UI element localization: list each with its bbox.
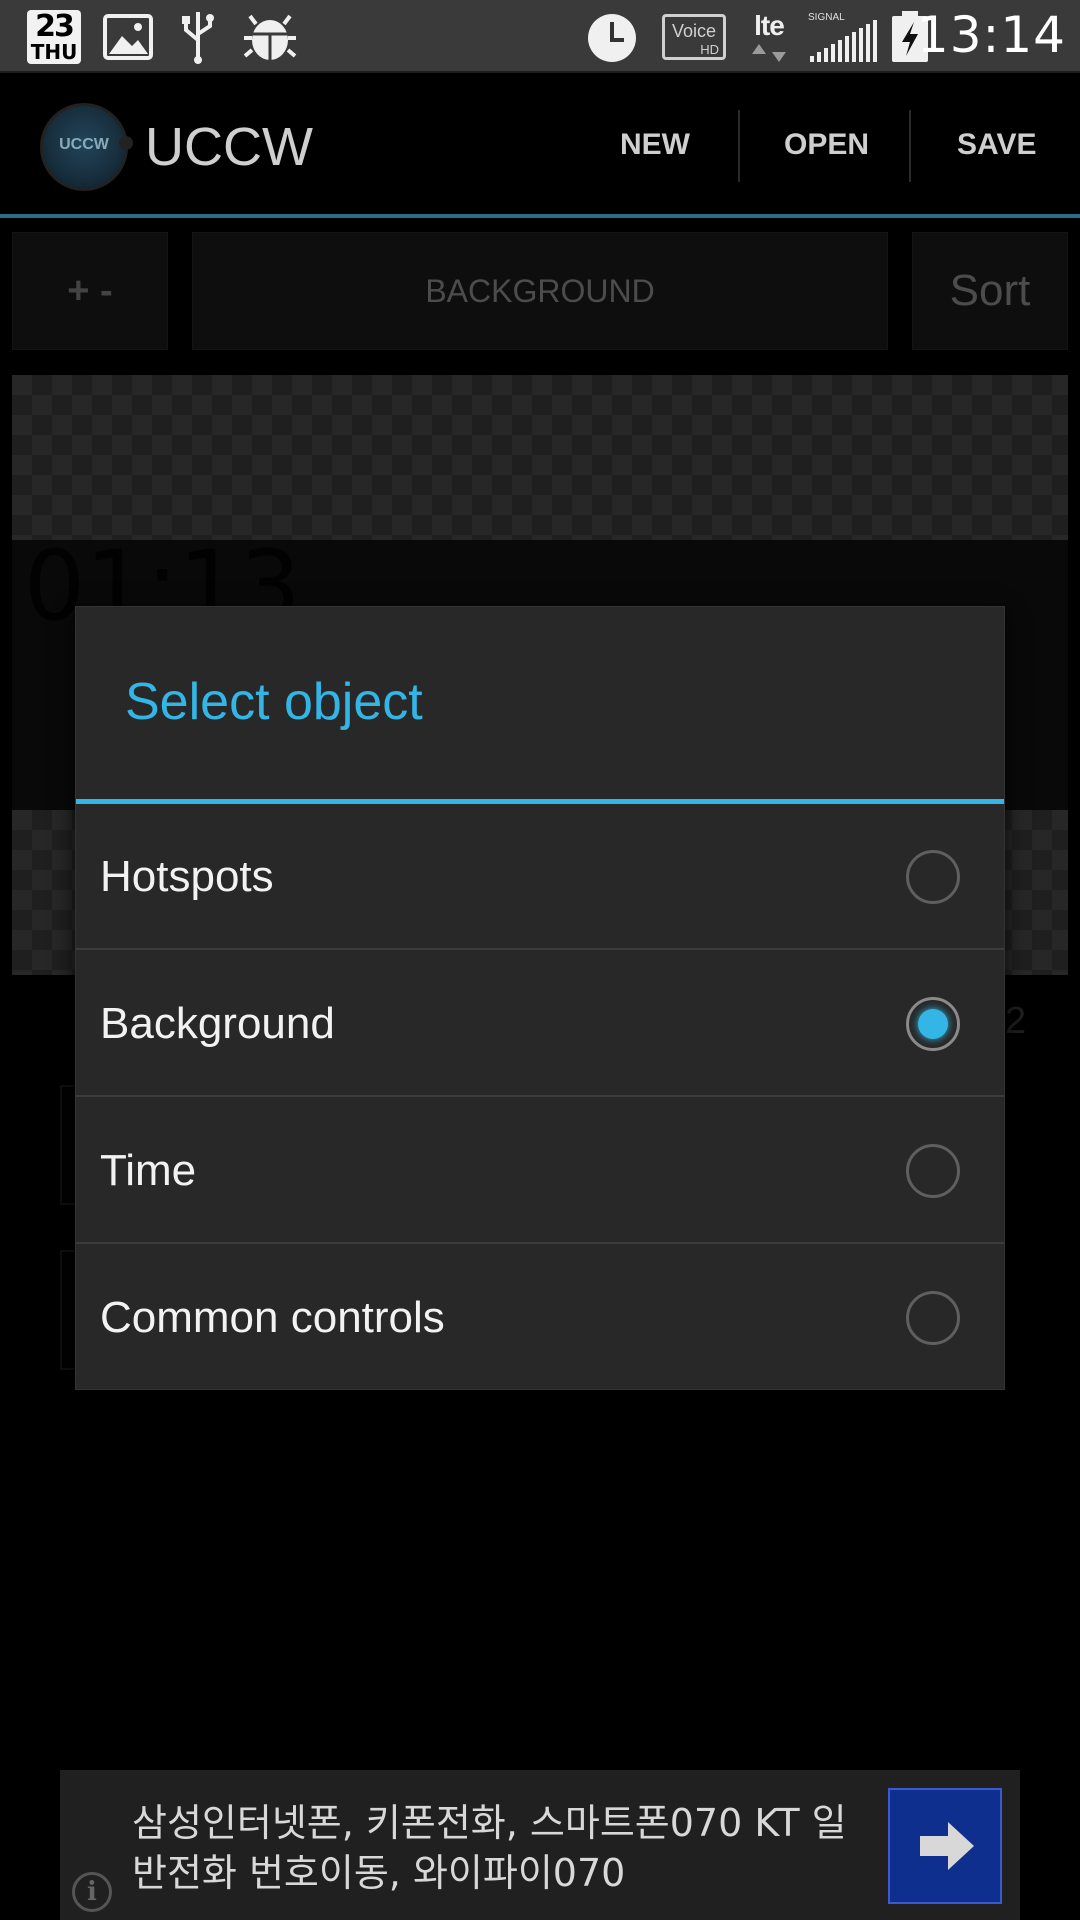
open-button[interactable]: OPEN bbox=[784, 128, 869, 162]
ad-go-button[interactable] bbox=[888, 1788, 1002, 1904]
status-bar: 23 THU Voice HD lte SIGNAL 13:14 bbox=[0, 0, 1080, 73]
radio-button[interactable] bbox=[906, 850, 960, 904]
new-button[interactable]: NEW bbox=[620, 128, 690, 162]
ad-info-icon[interactable]: i bbox=[72, 1872, 112, 1912]
option-label: Time bbox=[100, 1146, 197, 1195]
android-debug-icon bbox=[243, 14, 297, 60]
option-common-controls[interactable]: Common controls bbox=[76, 1245, 1004, 1389]
status-clock: 13:14 bbox=[916, 6, 1066, 64]
app-title: UCCW bbox=[145, 117, 313, 177]
date-icon: 23 THU bbox=[27, 10, 81, 64]
action-divider bbox=[738, 110, 740, 182]
option-label: Common controls bbox=[100, 1293, 445, 1342]
usb-icon bbox=[182, 12, 214, 64]
dialog-title: Select object bbox=[125, 673, 423, 731]
ad-text: 삼성인터넷폰, 키폰전화, 스마트폰070 KT 일반전화 번호이동, 와이파이… bbox=[132, 1801, 847, 1895]
action-divider bbox=[909, 110, 911, 182]
radio-button[interactable] bbox=[906, 1291, 960, 1345]
option-hotspots[interactable]: Hotspots bbox=[76, 804, 1004, 950]
save-button[interactable]: SAVE bbox=[957, 128, 1036, 162]
gallery-icon bbox=[103, 14, 153, 60]
date-weekday: THU bbox=[30, 40, 78, 64]
alarm-clock-icon bbox=[588, 14, 636, 62]
option-time[interactable]: Time bbox=[76, 1098, 1004, 1244]
option-background[interactable]: Background bbox=[76, 951, 1004, 1097]
voice-hd-icon: Voice HD bbox=[662, 14, 726, 60]
option-label: Background bbox=[100, 999, 335, 1048]
radio-button[interactable] bbox=[906, 1144, 960, 1198]
app-logo-text: UCCW bbox=[59, 136, 109, 153]
select-object-dialog: Select object Hotspots Background Time C… bbox=[75, 606, 1005, 1390]
date-day: 23 bbox=[35, 9, 75, 44]
lte-icon: lte bbox=[746, 10, 792, 64]
option-label: Hotspots bbox=[100, 852, 274, 901]
ad-banner[interactable]: 삼성인터넷폰, 키폰전화, 스마트폰070 KT 일반전화 번호이동, 와이파이… bbox=[60, 1770, 1020, 1920]
radio-button-selected[interactable] bbox=[906, 997, 960, 1051]
signal-icon: SIGNAL bbox=[808, 10, 880, 64]
app-logo-icon[interactable]: UCCW bbox=[40, 103, 133, 191]
arrow-right-icon bbox=[920, 1822, 974, 1870]
